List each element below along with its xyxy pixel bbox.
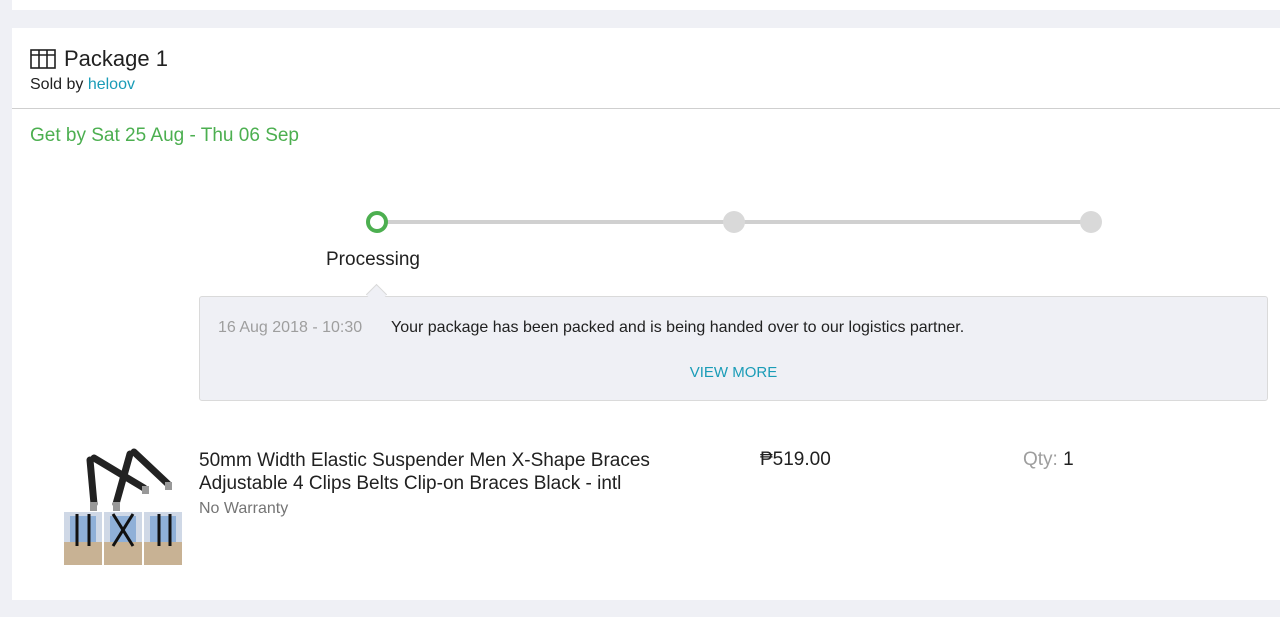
quantity: Qty: 1 [1023,449,1074,471]
previous-card-edge [12,0,1280,10]
package-card: Package 1 Sold by heloov Get by Sat 25 A… [12,28,1280,600]
package-title-row: Package 1 [30,46,168,72]
quantity-value: 1 [1063,449,1074,470]
current-step-label: Processing [326,249,420,270]
package-icon [30,49,56,69]
package-title: Package 1 [64,46,168,71]
tracking-progress-bar [364,209,1102,235]
delivery-estimate: Get by Sat 25 Aug - Thu 06 Sep [30,125,299,146]
sold-by-line: Sold by heloov [30,76,168,94]
progress-step-shipped[interactable] [723,211,745,233]
quantity-label: Qty: [1023,449,1058,470]
seller-link[interactable]: heloov [88,76,135,93]
progress-step-processing[interactable] [366,211,388,233]
product-thumbnail[interactable] [64,446,182,565]
header-divider [12,108,1280,109]
progress-step-delivered[interactable] [1080,211,1102,233]
product-name[interactable]: 50mm Width Elastic Suspender Men X-Shape… [199,449,719,495]
package-header: Package 1 Sold by heloov [30,46,168,94]
product-price: ₱519.00 [760,449,831,470]
event-timestamp: 16 Aug 2018 - 10:30 [218,319,363,336]
tracking-event-box: 16 Aug 2018 - 10:30 Your package has bee… [199,296,1268,401]
sold-by-label: Sold by [30,76,84,93]
warranty-text: No Warranty [199,500,289,517]
view-more-link[interactable]: VIEW MORE [200,364,1267,381]
event-message: Your package has been packed and is bein… [391,319,965,336]
